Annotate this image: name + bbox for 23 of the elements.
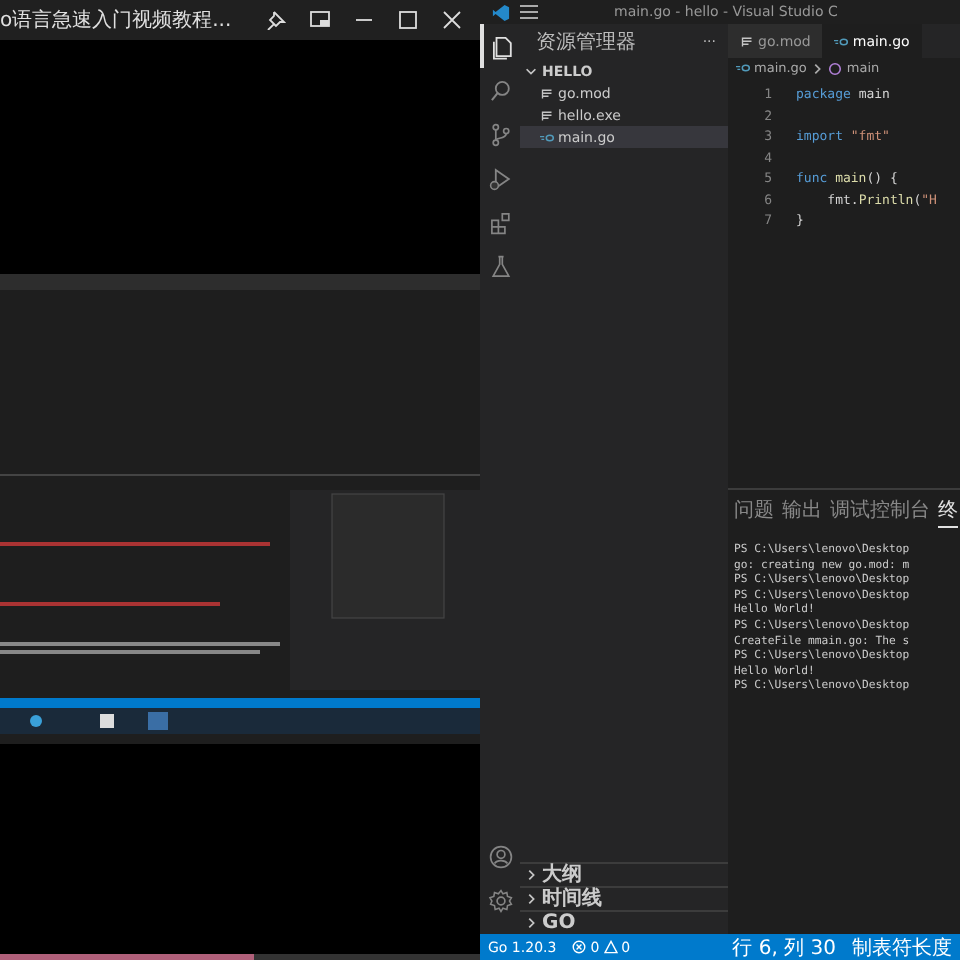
file-lines-icon — [540, 87, 554, 99]
file-lines-icon — [740, 35, 754, 47]
progress-bar[interactable] — [0, 954, 480, 960]
go-file-icon — [736, 62, 750, 74]
window-title: o语言急速入门视频教程... — [0, 7, 234, 34]
go-file-icon — [834, 35, 849, 47]
section-header[interactable]: 时间线 — [520, 886, 728, 910]
go-file-icon — [540, 131, 554, 143]
panel-tab[interactable]: 终 — [938, 496, 958, 528]
file-lines-icon — [540, 109, 554, 121]
logo-icon — [492, 3, 510, 21]
panel-tab[interactable]: 调试控制台 — [830, 496, 930, 528]
chevron-icon — [810, 61, 825, 75]
menu-icon[interactable] — [520, 4, 538, 20]
sidebar-title: 资源管理器 — [536, 30, 636, 56]
cursor-position[interactable]: 行 6, 列 30 — [732, 933, 836, 960]
section-header[interactable]: 大纲 — [520, 862, 728, 886]
warning-icon — [603, 940, 618, 954]
panel-tab[interactable]: 输出 — [782, 496, 822, 528]
function-icon — [828, 61, 843, 75]
error-icon — [572, 940, 587, 954]
panel-tab[interactable]: 问题 — [734, 496, 774, 528]
indent-setting[interactable]: 制表符长度 — [852, 933, 952, 960]
